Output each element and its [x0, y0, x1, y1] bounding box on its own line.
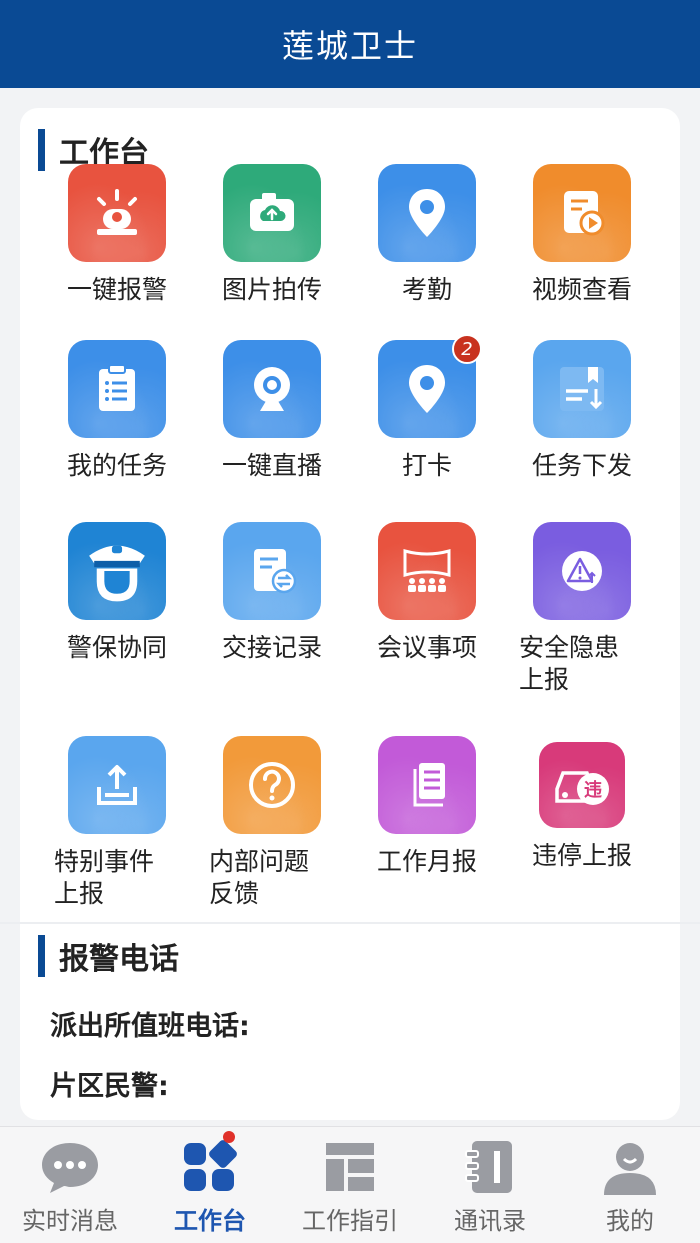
nav-label: 通讯录 [454, 1207, 526, 1235]
nav-item-contacts[interactable]: 通讯录 [420, 1127, 560, 1243]
chat-bubble-icon [42, 1143, 98, 1193]
nav-item-mine[interactable]: 我的 [560, 1127, 700, 1243]
tile-attendance[interactable]: 考勤 [352, 164, 502, 306]
tile-one-key-alarm[interactable]: 一键报警 [42, 164, 192, 306]
tile-label: 内部问题 反馈 [209, 847, 310, 908]
nav-item-workbench[interactable]: 工作台 [140, 1127, 280, 1243]
webcam-icon [223, 340, 321, 438]
handover-doc-icon [223, 522, 321, 620]
tile-photo-upload[interactable]: 图片拍传 [197, 164, 347, 306]
tile-task-dispatch[interactable]: 任务下发 [507, 340, 657, 482]
alarm-siren-icon [68, 164, 166, 262]
tile-live-stream[interactable]: 一键直播 [197, 340, 347, 482]
tile-label: 一键报警 [66, 275, 167, 304]
tile-label: 一键直播 [221, 451, 322, 480]
guide-layout-icon [326, 1143, 374, 1191]
svg-text:违: 违 [584, 779, 602, 801]
notification-badge: 2 [452, 334, 482, 364]
tile-police-cooperation[interactable]: 警保协同 [42, 522, 192, 664]
tile-label: 违停上报 [531, 841, 632, 870]
tile-label: 视频查看 [531, 275, 632, 304]
tile-label: 打卡 [401, 451, 452, 480]
tile-safety-hazard-report[interactable]: 安全隐患 上报 [507, 522, 657, 696]
report-pages-icon [378, 736, 476, 834]
location-pin-icon [378, 164, 476, 262]
alarm-phone-section-header: 报警电话 [38, 934, 179, 978]
tile-my-tasks[interactable]: 我的任务 [42, 340, 192, 482]
tile-label: 会议事项 [376, 633, 477, 662]
nav-label: 实时消息 [22, 1207, 118, 1235]
app-root: 莲城卫士 工作台 一键报警 图片拍传 考勤 视频查看 我的任务 一键直播 2 打… [0, 0, 700, 1243]
contacts-book-icon [465, 1141, 512, 1193]
video-doc-icon [533, 164, 631, 262]
camera-upload-icon [223, 164, 321, 262]
tile-label: 安全隐患 上报 [519, 633, 620, 694]
station-duty-phone-label: 派出所值班电话: [50, 1011, 250, 1042]
nav-label: 工作台 [174, 1207, 246, 1235]
nav-label: 工作指引 [302, 1207, 398, 1235]
nav-item-messages[interactable]: 实时消息 [0, 1127, 140, 1243]
area-officer-label: 片区民警: [50, 1071, 169, 1102]
tile-handover-record[interactable]: 交接记录 [197, 522, 347, 664]
tile-special-event-report[interactable]: 特别事件 上报 [42, 736, 192, 910]
app-title: 莲城卫士 [281, 27, 418, 65]
clipboard-icon [68, 340, 166, 438]
meeting-icon [378, 522, 476, 620]
tile-illegal-parking-report[interactable]: 违 违停上报 [507, 736, 657, 872]
notification-dot [223, 1131, 235, 1143]
user-profile-icon [604, 1143, 656, 1195]
nav-item-guide[interactable]: 工作指引 [280, 1127, 420, 1243]
task-dispatch-icon [533, 340, 631, 438]
app-header: 莲城卫士 [0, 0, 700, 88]
tile-label: 警保协同 [66, 633, 167, 662]
tile-label: 考勤 [401, 275, 452, 304]
bottom-nav: 实时消息 工作台 工作指引 通讯录 我的 [0, 1126, 700, 1243]
tile-label: 图片拍传 [221, 275, 322, 304]
workbench-grid-icon [184, 1140, 237, 1191]
nav-label: 我的 [606, 1207, 654, 1235]
tile-label: 我的任务 [66, 451, 167, 480]
tile-label: 特别事件 上报 [54, 847, 155, 908]
tile-video-view[interactable]: 视频查看 [507, 164, 657, 306]
section-accent-bar [38, 935, 45, 977]
warning-triangle-icon [533, 522, 631, 620]
location-pin-icon: 2 [378, 334, 482, 438]
police-officer-icon [68, 522, 166, 620]
tile-label: 交接记录 [221, 633, 322, 662]
tray-upload-icon [68, 736, 166, 834]
illegal-parking-icon: 违 [539, 742, 625, 828]
tile-check-in[interactable]: 2 打卡 [352, 334, 502, 482]
tile-monthly-report[interactable]: 工作月报 [352, 736, 502, 878]
tile-internal-feedback[interactable]: 内部问题 反馈 [197, 736, 347, 910]
tile-label: 任务下发 [531, 451, 632, 480]
main-card: 工作台 一键报警 图片拍传 考勤 视频查看 我的任务 一键直播 2 打卡 任务下… [20, 108, 680, 1120]
question-icon [223, 736, 321, 834]
section-divider [0, 922, 700, 924]
tile-label: 工作月报 [376, 847, 477, 876]
alarm-phone-section-title: 报警电话 [59, 942, 179, 977]
tile-meeting-items[interactable]: 会议事项 [352, 522, 502, 664]
